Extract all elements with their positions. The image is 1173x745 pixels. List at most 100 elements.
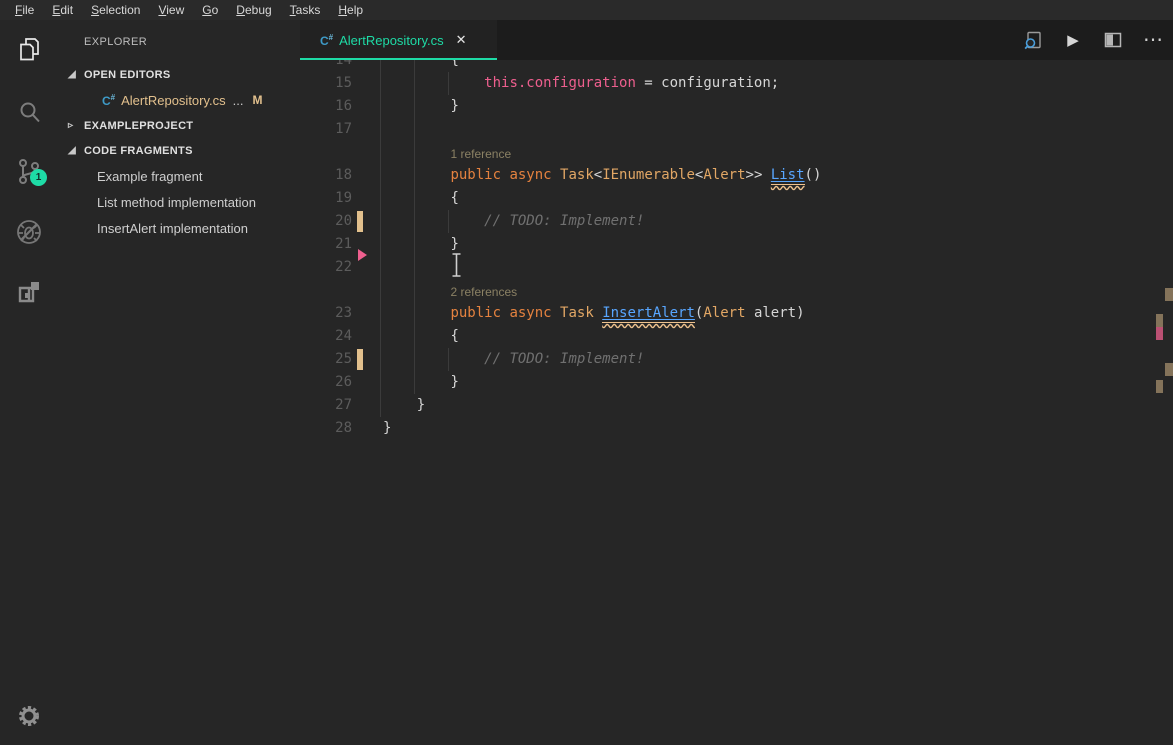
line-number: 27 xyxy=(300,394,352,417)
code-line: 24{ xyxy=(300,325,1173,348)
code-token: Task xyxy=(560,305,594,321)
line-number: 20 xyxy=(300,210,352,233)
gear-icon[interactable] xyxy=(16,703,42,729)
indent-guide xyxy=(380,256,381,279)
code-line: 20 // TODO: Implement! xyxy=(300,210,1173,233)
line-number: 17 xyxy=(300,118,352,141)
fragment-item[interactable]: InsertAlert implementation xyxy=(58,215,300,241)
line-content: { xyxy=(450,325,458,348)
open-editor-item[interactable]: C#AlertRepository.cs...M xyxy=(58,87,300,113)
split-editor-icon[interactable] xyxy=(1101,28,1125,52)
line-content: public async Task<IEnumerable<Alert>> Li… xyxy=(450,164,821,187)
tab-bar: C# AlertRepository.cs ✕ ▶ ⋯ xyxy=(300,20,1173,60)
section-label: EXAMPLEPROJECT xyxy=(84,120,193,132)
chevron-collapsed-icon: ▹ xyxy=(68,120,84,131)
fragment-item[interactable]: Example fragment xyxy=(58,163,300,189)
indent-guide xyxy=(414,118,415,141)
indent-guide xyxy=(380,72,381,95)
codelens-reference[interactable]: 1 reference xyxy=(450,143,511,166)
vscode-window: FileEditSelectionViewGoDebugTasksHelp 14… xyxy=(0,0,1173,745)
tab-title: AlertRepository.cs xyxy=(339,33,444,48)
ibeam-mouse-cursor xyxy=(450,252,463,278)
file-path-ellipsis: ... xyxy=(233,93,244,108)
section-open-editors[interactable]: ◢OPEN EDITORS xyxy=(58,62,300,87)
explorer-icon[interactable] xyxy=(15,36,43,64)
section-exampleproject[interactable]: ▹EXAMPLEPROJECT xyxy=(58,113,300,138)
code-token xyxy=(552,167,560,183)
fragment-item[interactable]: List method implementation xyxy=(58,189,300,215)
menu-item-go[interactable]: Go xyxy=(193,1,227,19)
indent-guide xyxy=(380,210,381,233)
extensions-icon[interactable] xyxy=(15,278,43,306)
section-label: OPEN EDITORS xyxy=(84,69,171,81)
code-token: = xyxy=(636,75,661,91)
csharp-file-icon: C# xyxy=(102,93,115,108)
method-name-link[interactable]: List xyxy=(771,167,805,183)
indent-guide xyxy=(380,118,381,141)
menu-item-selection[interactable]: Selection xyxy=(82,1,149,19)
menu-item-debug[interactable]: Debug xyxy=(227,1,280,19)
modified-line-marker xyxy=(357,349,363,370)
code-token: // TODO: Implement! xyxy=(484,213,644,229)
modified-overview-marker xyxy=(1165,363,1173,376)
menu-item-edit[interactable]: Edit xyxy=(43,1,82,19)
line-content: } xyxy=(383,417,391,440)
indent-guide xyxy=(414,256,415,279)
modified-overview-marker xyxy=(1165,288,1173,301)
indent-guide xyxy=(380,394,381,417)
menu-item-help[interactable]: Help xyxy=(329,1,372,19)
code-token: alert xyxy=(746,305,797,321)
codelens-row: 2 references xyxy=(300,279,1173,302)
code-token: } xyxy=(450,374,458,390)
code-token: } xyxy=(450,98,458,114)
code-token: public xyxy=(450,167,501,183)
tab-alertrepository[interactable]: C# AlertRepository.cs ✕ xyxy=(300,20,497,60)
code-token: < xyxy=(594,167,602,183)
csharp-file-icon: C# xyxy=(320,33,333,48)
code-line: 17 xyxy=(300,118,1173,141)
code-token: } xyxy=(383,420,391,436)
more-actions-icon[interactable]: ⋯ xyxy=(1141,28,1165,52)
method-name-link[interactable]: InsertAlert xyxy=(602,305,695,321)
indent-guide xyxy=(448,72,449,95)
line-content: } xyxy=(450,95,458,118)
line-number: 18 xyxy=(300,164,352,187)
sidebar-sections: ◢OPEN EDITORSC#AlertRepository.cs...M▹EX… xyxy=(58,62,300,241)
line-number: 19 xyxy=(300,187,352,210)
indent-guide xyxy=(380,302,381,325)
debug-icon[interactable] xyxy=(15,218,43,246)
indent-guide xyxy=(414,141,415,164)
indent-guide xyxy=(414,348,415,371)
code-token: configuration; xyxy=(661,75,779,91)
menu-item-file[interactable]: File xyxy=(6,1,43,19)
indent-guide xyxy=(448,210,449,233)
code-token: public xyxy=(450,305,501,321)
indent-guide xyxy=(380,233,381,256)
indent-guide xyxy=(414,371,415,394)
code-token: IEnumerable xyxy=(602,167,695,183)
code-line: 27} xyxy=(300,394,1173,417)
menu-bar: FileEditSelectionViewGoDebugTasksHelp xyxy=(0,0,1173,20)
menu-item-tasks[interactable]: Tasks xyxy=(281,1,330,19)
menu-item-view[interactable]: View xyxy=(149,1,193,19)
code-editor[interactable]: 14{15this.configuration = configuration;… xyxy=(300,0,1173,745)
active-tab-indicator xyxy=(300,58,497,60)
line-content: public async Task InsertAlert(Alert aler… xyxy=(450,302,804,325)
indent-guide xyxy=(414,164,415,187)
indent-guide xyxy=(414,233,415,256)
chevron-expanded-icon: ◢ xyxy=(68,145,84,156)
section-code-fragments[interactable]: ◢CODE FRAGMENTS xyxy=(58,138,300,163)
code-token: } xyxy=(450,236,458,252)
file-search-icon[interactable] xyxy=(1021,28,1045,52)
close-icon[interactable]: ✕ xyxy=(456,32,467,48)
chevron-expanded-icon: ◢ xyxy=(68,69,84,80)
activity-bar: 1 xyxy=(0,20,58,745)
search-icon[interactable] xyxy=(15,98,43,126)
indent-guide xyxy=(414,187,415,210)
code-line: 16} xyxy=(300,95,1173,118)
codelens-reference[interactable]: 2 references xyxy=(450,281,517,304)
indent-guide xyxy=(380,348,381,371)
run-icon[interactable]: ▶ xyxy=(1061,28,1085,52)
sidebar-title: EXPLORER xyxy=(58,20,300,62)
line-number: 23 xyxy=(300,302,352,325)
